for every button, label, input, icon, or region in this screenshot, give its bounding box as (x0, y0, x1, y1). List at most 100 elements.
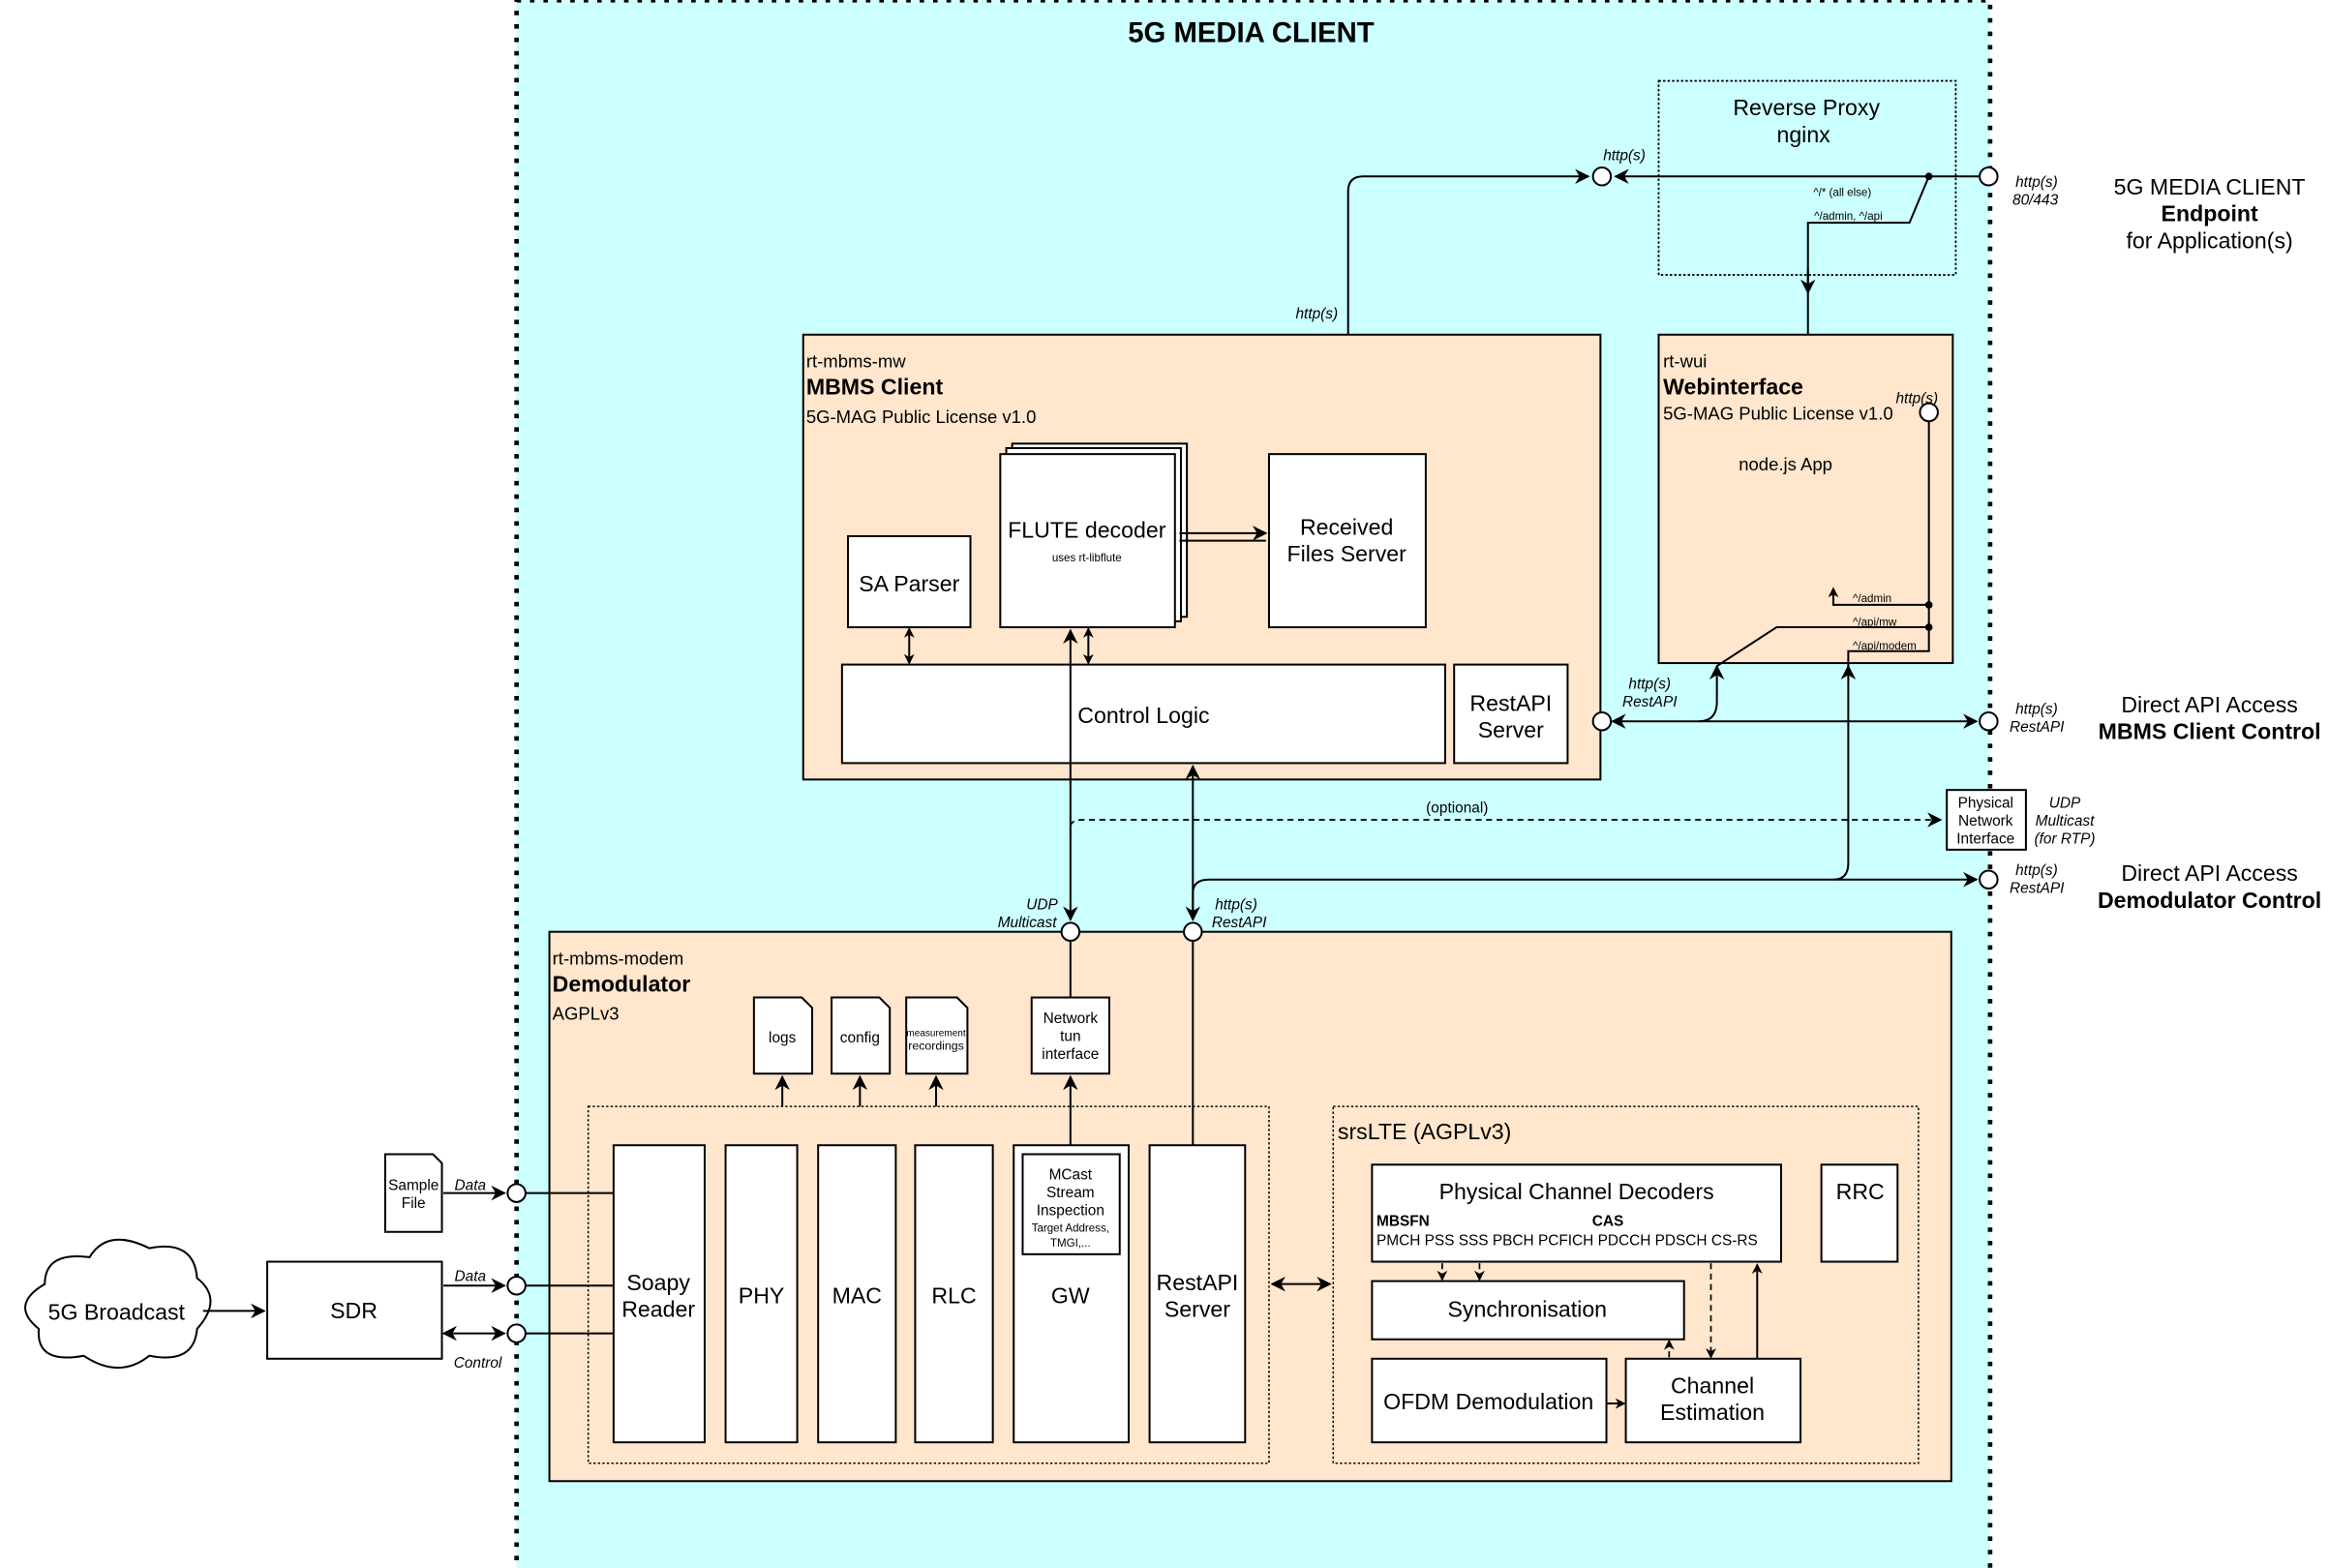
pni-label: Interface (1956, 831, 2014, 848)
sa-parser-label: SA Parser (859, 571, 959, 596)
mcast-label: Inspection (1037, 1203, 1104, 1220)
ofdm-label: OFDM Demodulation (1383, 1389, 1593, 1414)
http-label: http(s) (1215, 897, 1257, 914)
sdr-data-port[interactable] (506, 1275, 527, 1296)
mbsfn-label: MBSFN (1376, 1214, 1430, 1230)
received-label: Files Server (1286, 541, 1406, 566)
mcast-label: TMGI,... (1050, 1238, 1091, 1250)
channels-label: PMCH PSS SSS PBCH PCFICH PDCCH PDSCH CS-… (1376, 1233, 1758, 1250)
sample-label: File (402, 1195, 426, 1212)
wui-port[interactable] (1919, 402, 1939, 423)
cas-label: CAS (1592, 1214, 1624, 1230)
mcast-label: Stream (1046, 1185, 1095, 1201)
file-label: config (840, 1030, 880, 1046)
http-label: http(s) (1628, 676, 1671, 692)
proxy-port[interactable] (1591, 166, 1613, 187)
port-label: 80/443 (2012, 193, 2059, 209)
direct-api-title: Direct API Access (2121, 692, 2298, 717)
optional-label: (optional) (1426, 799, 1488, 816)
rtp-label: UDP (2049, 796, 2081, 812)
modem-rest-port[interactable] (1183, 921, 1203, 942)
data-label: Data (455, 1269, 487, 1285)
rest-label: RestAPI (1212, 915, 1267, 931)
direct-api-subtitle: MBMS Client Control (2099, 719, 2321, 744)
container-title: 5G MEDIA CLIENT (1128, 16, 1375, 48)
rest-label: RestAPI (2010, 719, 2065, 736)
gw-label: GW (1051, 1283, 1090, 1309)
sample-file[interactable]: Sample File (383, 1153, 443, 1233)
component-name: Webinterface (1663, 374, 1803, 399)
udp-port[interactable] (1060, 921, 1081, 942)
restapi-label: Server (1478, 717, 1544, 742)
data-label: Data (455, 1178, 487, 1194)
chest-label: Channel (1671, 1372, 1754, 1398)
rest-label: RestAPI (2010, 881, 2065, 897)
pni-label: Network (1958, 813, 2013, 829)
control-label: Control (454, 1355, 502, 1372)
config-file[interactable]: config (831, 996, 892, 1075)
mcast-label: MCast (1049, 1167, 1093, 1184)
restapi-label: RestAPI (1157, 1270, 1239, 1295)
received-label: Received (1300, 514, 1393, 539)
rtp-label: Multicast (2036, 813, 2096, 829)
srslte-title: srsLTE (AGPLv3) (1338, 1119, 1511, 1144)
tun-label: Network (1044, 1010, 1099, 1027)
tun-label: interface (1042, 1046, 1099, 1063)
file-label: recordings (908, 1040, 964, 1053)
endpoint-desc: for Application(s) (2126, 227, 2292, 253)
endpoint-subtitle: Endpoint (2162, 201, 2258, 226)
route-admin: ^/admin (1853, 593, 1891, 605)
udp-label: Multicast (998, 915, 1058, 931)
app-label: node.js App (1739, 454, 1832, 474)
broadcast-label: 5G Broadcast (48, 1300, 186, 1325)
sdr-label: SDR (330, 1298, 378, 1323)
rlc-label: RLC (931, 1283, 976, 1309)
direct-api-title: Direct API Access (2121, 860, 2298, 886)
rrc-label: RRC (1836, 1179, 1885, 1204)
mac-label: MAC (832, 1283, 882, 1309)
udp-label: UDP (1026, 897, 1058, 914)
direct-api-subtitle: Demodulator Control (2098, 888, 2321, 913)
chest-label: Estimation (1660, 1400, 1765, 1425)
soapy-label: Reader (621, 1297, 695, 1322)
webinterface[interactable]: rt-wui Webinterface 5G-MAG Public Licens… (1657, 333, 1954, 665)
http-label: http(s) (2015, 702, 2058, 718)
pni-label: Physical (1958, 796, 2013, 812)
route-admin-api: ^/admin, ^/api (1814, 211, 1883, 223)
rtp-label: (for RTP) (2034, 831, 2095, 848)
sample-label: Sample (388, 1178, 439, 1194)
pkg-label: rt-mbms-mw (806, 351, 906, 372)
mbms-rest-port[interactable] (1591, 710, 1613, 732)
endpoint-title: 5G MEDIA CLIENT (2114, 174, 2306, 199)
sync-label: Synchronisation (1448, 1297, 1608, 1322)
rest-label: RestAPI (1622, 694, 1678, 710)
pkg-label: rt-mbms-modem (553, 949, 684, 969)
file-label: measurement (906, 1029, 965, 1040)
route-else: ^/* (all else) (1813, 187, 1871, 198)
file-label: logs (769, 1030, 797, 1046)
measurement-file[interactable]: measurementrecordings (905, 996, 969, 1075)
port-label: http(s) (2015, 174, 2058, 191)
architecture-diagram: 5G MEDIA CLIENT Reverse Proxy nginx ^/* … (24, 0, 2321, 1568)
flute-label: FLUTE decoder (1008, 518, 1166, 543)
license-label: AGPLv3 (553, 1004, 620, 1024)
phy-label: PHY (739, 1283, 785, 1309)
mcast-label: Target Address, (1032, 1223, 1109, 1235)
component-name: Demodulator (553, 971, 691, 996)
tun-label: tun (1060, 1028, 1080, 1044)
direct-modem-port[interactable] (1979, 869, 1999, 890)
sdr-control-port[interactable] (506, 1323, 527, 1343)
pkg-label: rt-wui (1663, 351, 1707, 372)
flute-sub: uses rt-libflute (1052, 553, 1122, 564)
http-label: http(s) (1603, 147, 1646, 164)
control-logic-label: Control Logic (1077, 703, 1209, 728)
endpoint-port[interactable] (1979, 166, 1999, 187)
restapi-label: Server (1164, 1297, 1230, 1322)
http-label: http(s) (2015, 862, 2058, 879)
soapy-label: Soapy (626, 1270, 690, 1295)
logs-file[interactable]: logs (752, 996, 814, 1075)
component-name: MBMS Client (806, 374, 944, 399)
sample-data-port[interactable] (506, 1183, 527, 1203)
direct-mbms-port[interactable] (1979, 710, 1999, 732)
proxy-subtitle: nginx (1776, 122, 1830, 147)
